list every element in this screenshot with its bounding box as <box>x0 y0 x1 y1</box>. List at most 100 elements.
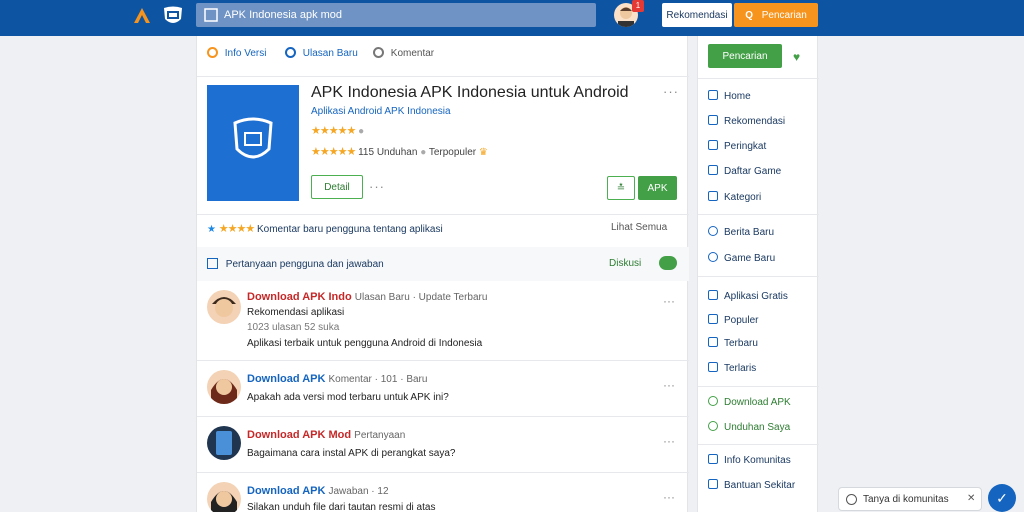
shield-app-icon <box>233 117 273 159</box>
sidebar-item-home[interactable]: Home <box>708 90 751 102</box>
tab-label: Ulasan Baru <box>302 48 358 59</box>
sidebar-item-latest[interactable]: Terbaru <box>708 337 758 349</box>
app-icon <box>708 290 718 300</box>
app-logo-icon[interactable] <box>131 5 153 27</box>
trophy-icon: ♛ <box>478 147 488 158</box>
rating-stars: ★★★★ <box>218 223 255 235</box>
search-icon <box>285 47 296 58</box>
sidebar-item-recommend[interactable]: Rekomendasi <box>708 115 785 127</box>
chevron-icon: ✓ <box>996 490 1008 506</box>
close-icon[interactable]: ✕ <box>967 493 975 504</box>
chat-bubble-icon[interactable] <box>659 256 677 270</box>
more-options-icon[interactable]: ··· <box>663 294 675 308</box>
sidebar-item-label: Game Baru <box>724 253 776 264</box>
sidebar-item-download[interactable]: Download APK <box>708 396 791 408</box>
sidebar-item-bestsellers[interactable]: Terlaris <box>708 362 756 374</box>
avatar-face-icon <box>212 297 236 317</box>
qa-label[interactable]: Pertanyaan pengguna dan jawaban <box>207 258 384 270</box>
divider <box>197 76 689 77</box>
top-navigation-bar: 1 Rekomendasi Q Pencarian <box>0 0 1024 36</box>
more-options-icon[interactable]: ··· <box>663 84 679 99</box>
divider <box>197 360 689 361</box>
community-chat-box[interactable]: Tanya di komunitas ✕ <box>838 487 982 511</box>
community-icon <box>708 454 718 464</box>
post-author[interactable]: Download APK Jawaban · 12 <box>247 485 389 497</box>
download-icon <box>708 396 718 406</box>
sidebar-search-button[interactable]: Pencarian <box>708 44 782 68</box>
sidebar-item-new-games[interactable]: Game Baru <box>708 252 775 264</box>
divider <box>197 214 689 215</box>
post-subtitle: Rekomendasi aplikasi <box>247 307 345 318</box>
post-author-name: Download APK <box>247 373 326 385</box>
app-subtitle[interactable]: Aplikasi Android APK Indonesia <box>311 106 451 117</box>
star-icon: ★ <box>207 224 216 235</box>
rating-stars: ★★★★★ <box>311 146 356 158</box>
comments-summary: ★ ★★★★ Komentar baru pengguna tentang ap… <box>207 222 443 235</box>
sidebar-item-popular[interactable]: Populer <box>708 314 758 326</box>
sidebar-item-games[interactable]: Daftar Game <box>708 165 781 177</box>
sidebar-item-ranking[interactable]: Peringkat <box>708 140 766 152</box>
sidebar-item-label: Rekomendasi <box>724 116 786 127</box>
recommend-button[interactable]: Rekomendasi <box>662 3 732 27</box>
avatar[interactable] <box>207 482 241 512</box>
magnifier-icon: Q <box>745 9 753 21</box>
sidebar-item-label: Berita Baru <box>724 227 775 238</box>
shield-logo-icon[interactable] <box>161 4 185 28</box>
more-options-icon[interactable]: ··· <box>663 490 675 504</box>
sidebar-item-news[interactable]: Berita Baru <box>708 226 774 238</box>
sidebar-item-label: Unduhan Saya <box>724 422 791 433</box>
rating-row: ★★★★★ ● <box>311 124 364 137</box>
sidebar: Pencarian ♥ Home Rekomendasi Peringkat D… <box>697 36 819 512</box>
chat-fab-button[interactable]: ✓ <box>988 484 1016 512</box>
see-all-link[interactable]: Lihat Semua <box>611 222 667 233</box>
favorite-icon[interactable]: ♥ <box>793 50 800 64</box>
tab-label: Komentar <box>390 48 435 59</box>
search-submit-button[interactable]: Q Pencarian <box>734 3 818 27</box>
main-content: Info Versi Ulasan Baru Komentar APK Indo… <box>196 36 689 512</box>
discussion-link[interactable]: Diskusi <box>609 258 641 269</box>
sidebar-item-label: Peringkat <box>724 141 767 152</box>
more-options-icon[interactable]: ··· <box>663 434 675 448</box>
post-author[interactable]: Download APK Mod Pertanyaan <box>247 429 405 441</box>
tab-comments[interactable]: Komentar <box>373 47 434 59</box>
trophy-icon <box>708 362 718 372</box>
tab-new-reviews[interactable]: Ulasan Baru <box>285 47 358 59</box>
notification-badge[interactable]: 1 <box>632 0 644 12</box>
dot-icon: ● <box>420 147 427 158</box>
detail-button[interactable]: Detail <box>311 175 363 199</box>
more-options-icon[interactable]: ··· <box>369 179 385 194</box>
post-author-name: Download APK <box>247 485 326 497</box>
sidebar-item-label: Home <box>724 91 751 102</box>
post-text: Silakan unduh file dari tautan resmi di … <box>247 502 436 512</box>
clock-icon <box>708 337 718 347</box>
install-icon-button[interactable]: ≛ <box>607 176 635 200</box>
content-tabs: Info Versi Ulasan Baru Komentar <box>197 44 689 64</box>
avatar[interactable] <box>207 290 241 324</box>
post-text: Bagaimana cara instal APK di perangkat s… <box>247 448 456 459</box>
more-options-icon[interactable]: ··· <box>663 378 675 392</box>
download-apk-button[interactable]: APK <box>638 176 677 200</box>
comment-icon <box>373 47 384 58</box>
sidebar-item-my-downloads[interactable]: Unduhan Saya <box>708 421 790 433</box>
tab-version-info[interactable]: Info Versi <box>207 47 266 59</box>
post-author[interactable]: Download APK Komentar · 101 · Baru <box>247 373 427 385</box>
sidebar-item-free-apps[interactable]: Aplikasi Gratis <box>708 290 788 302</box>
downloads-row: ★★★★★ 115 Unduhan ● Terpopuler ♛ <box>311 145 488 158</box>
info-icon <box>207 47 218 58</box>
share-icon[interactable]: ● <box>358 126 364 137</box>
search-input[interactable] <box>224 6 584 24</box>
app-icon[interactable] <box>207 85 299 201</box>
avatar[interactable] <box>207 426 241 460</box>
sidebar-item-community[interactable]: Info Komunitas <box>708 454 791 466</box>
sidebar-item-label: Populer <box>724 315 759 326</box>
sidebar-item-help[interactable]: Bantuan Sekitar <box>708 479 795 491</box>
post-author[interactable]: Download APK Indo Ulasan Baru · Update T… <box>247 291 487 303</box>
sidebar-item-category[interactable]: Kategori <box>708 191 761 203</box>
app-title: APK Indonesia APK Indonesia untuk Androi… <box>311 84 629 101</box>
sidebar-item-label: Bantuan Sekitar <box>724 480 796 491</box>
avatar[interactable] <box>207 370 241 404</box>
book-icon <box>207 258 218 269</box>
post-meta: Ulasan Baru · Update Terbaru <box>354 292 488 303</box>
rating-stars: ★★★★★ <box>311 125 356 137</box>
post-author-name: Download APK Mod <box>247 429 352 441</box>
